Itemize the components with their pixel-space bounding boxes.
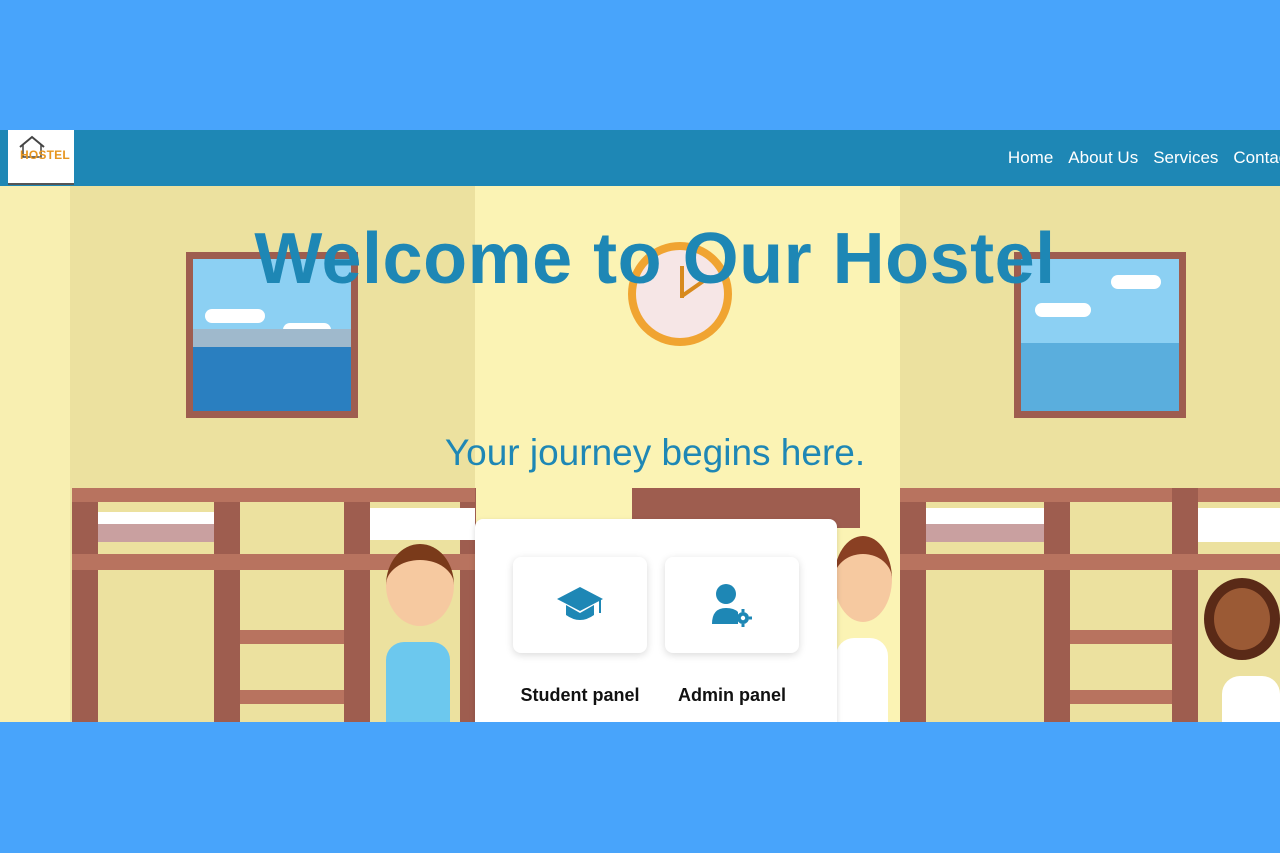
- nav-link-contact[interactable]: Contact: [1233, 148, 1280, 168]
- hero-title: Welcome to Our Hostel: [254, 219, 1056, 299]
- graduation-cap-icon: [557, 587, 603, 620]
- admin-panel-button[interactable]: [665, 557, 799, 653]
- admin-user-gear-icon: [712, 584, 752, 627]
- hostel-logo[interactable]: HOSTEL: [8, 130, 74, 185]
- page-frame: HOSTEL Home About Us Services Contact We…: [0, 130, 1280, 722]
- hero-subtitle: Your journey begins here.: [444, 432, 866, 473]
- nav-link-about-us[interactable]: About Us: [1068, 148, 1138, 168]
- nav-link-home[interactable]: Home: [1008, 148, 1053, 168]
- nav-links: Home About Us Services Contact: [1008, 130, 1280, 186]
- admin-panel-label: Admin panel: [677, 685, 786, 705]
- navbar: HOSTEL Home About Us Services Contact: [0, 130, 1280, 186]
- logo-text: HOSTEL: [20, 148, 70, 162]
- panel-selection-card: Student panel Admin panel: [475, 519, 837, 722]
- student-panel-button[interactable]: [513, 557, 647, 653]
- nav-link-services[interactable]: Services: [1153, 148, 1218, 168]
- student-panel-label: Student panel: [520, 685, 640, 705]
